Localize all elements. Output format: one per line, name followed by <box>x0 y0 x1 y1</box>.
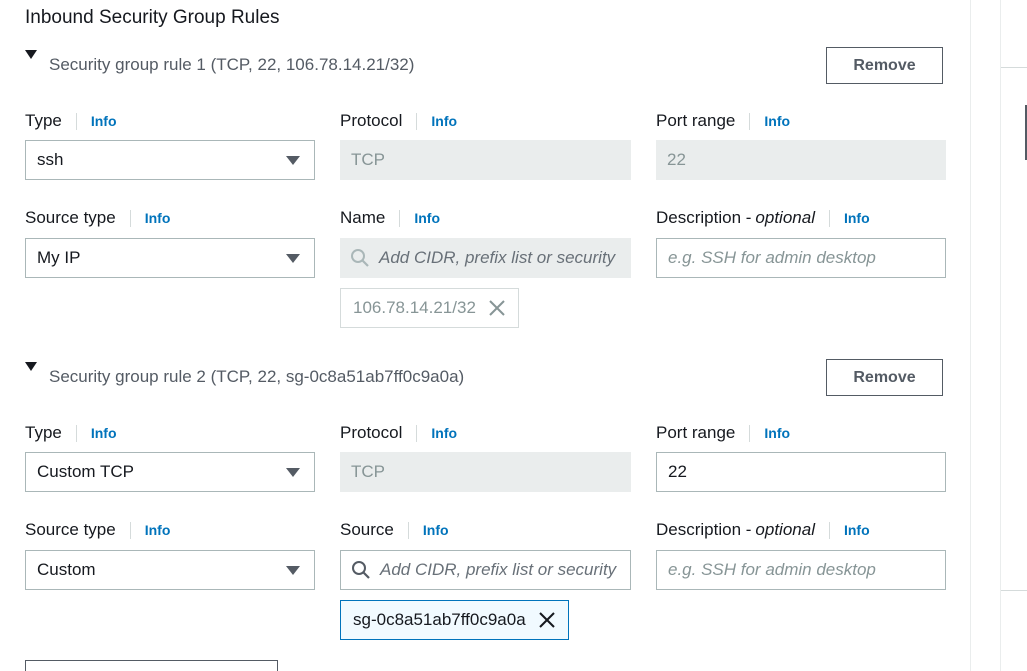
type-info-link[interactable]: Info <box>91 113 117 129</box>
search-icon <box>350 248 370 268</box>
source-type-label: Source type Info <box>25 520 171 539</box>
source-token: 106.78.14.21/32 <box>340 288 519 328</box>
source-type-select[interactable]: Custom <box>25 550 315 590</box>
description-input[interactable]: e.g. SSH for admin desktop <box>656 238 946 278</box>
port-range-label: Port range Info <box>656 423 791 442</box>
chevron-down-icon <box>286 468 300 477</box>
remove-rule-1-button[interactable]: Remove <box>826 47 943 84</box>
side-panel-divider <box>1001 67 1027 68</box>
protocol-info-link[interactable]: Info <box>431 113 457 129</box>
source-search-input[interactable]: Add CIDR, prefix list or security <box>340 550 631 590</box>
search-icon <box>351 560 371 580</box>
type-select-value: ssh <box>37 150 64 169</box>
source-type-select-value: Custom <box>37 560 96 579</box>
chevron-down-icon <box>286 254 300 263</box>
source-type-label: Source type Info <box>25 208 171 227</box>
description-label: Description - optional Info <box>656 520 870 539</box>
protocol-label: Protocol Info <box>340 423 458 442</box>
port-range-input[interactable]: 22 <box>656 452 946 492</box>
name-info-link[interactable]: Info <box>414 210 440 226</box>
caret-down-icon <box>25 362 37 371</box>
rule-2-heading: Security group rule 2 (TCP, 22, sg-0c8a5… <box>49 367 465 386</box>
panel-divider <box>970 0 971 671</box>
source-search-placeholder: Add CIDR, prefix list or security <box>380 560 617 579</box>
section-title: Inbound Security Group Rules <box>25 7 280 28</box>
rule-1-heading: Security group rule 1 (TCP, 22, 106.78.1… <box>49 55 415 74</box>
remove-rule-2-button[interactable]: Remove <box>826 359 943 396</box>
protocol-label: Protocol Info <box>340 111 458 130</box>
name-search-placeholder: Add CIDR, prefix list or security <box>379 248 616 267</box>
expand-rule-1-toggle[interactable] <box>25 49 37 63</box>
source-type-info-link[interactable]: Info <box>145 210 171 226</box>
description-input[interactable]: e.g. SSH for admin desktop <box>656 550 946 590</box>
description-label: Description - optional Info <box>656 208 870 227</box>
protocol-info-link[interactable]: Info <box>431 425 457 441</box>
source-type-select-value: My IP <box>37 248 81 267</box>
add-rule-button[interactable] <box>25 660 278 671</box>
name-search-field: Add CIDR, prefix list or security <box>340 238 631 278</box>
close-icon <box>488 299 506 317</box>
security-group-rules-page: Inbound Security Group Rules Security gr… <box>0 0 1027 671</box>
source-info-link[interactable]: Info <box>423 522 449 538</box>
description-placeholder: e.g. SSH for admin desktop <box>668 560 876 579</box>
description-placeholder: e.g. SSH for admin desktop <box>668 248 876 267</box>
source-token-label: sg-0c8a51ab7ff0c9a0a <box>353 610 526 629</box>
description-info-link[interactable]: Info <box>844 522 870 538</box>
side-panel <box>1000 0 1027 671</box>
port-range-info-link[interactable]: Info <box>764 113 790 129</box>
chevron-down-icon <box>286 156 300 165</box>
source-type-select[interactable]: My IP <box>25 238 315 278</box>
protocol-field: TCP <box>340 140 631 180</box>
side-panel-divider <box>1001 590 1027 591</box>
type-select[interactable]: ssh <box>25 140 315 180</box>
type-select[interactable]: Custom TCP <box>25 452 315 492</box>
source-token: sg-0c8a51ab7ff0c9a0a <box>340 600 569 640</box>
name-label: Name Info <box>340 208 441 227</box>
source-type-info-link[interactable]: Info <box>145 522 171 538</box>
caret-down-icon <box>25 50 37 59</box>
type-label: Type Info <box>25 423 117 442</box>
port-range-label: Port range Info <box>656 111 791 130</box>
expand-rule-2-toggle[interactable] <box>25 361 37 375</box>
description-info-link[interactable]: Info <box>844 210 870 226</box>
close-icon[interactable] <box>538 611 556 629</box>
source-token-label: 106.78.14.21/32 <box>353 298 476 317</box>
protocol-field: TCP <box>340 452 631 492</box>
chevron-down-icon <box>286 566 300 575</box>
port-range-info-link[interactable]: Info <box>764 425 790 441</box>
port-range-field: 22 <box>656 140 946 180</box>
type-label: Type Info <box>25 111 117 130</box>
type-info-link[interactable]: Info <box>91 425 117 441</box>
source-label: Source Info <box>340 520 449 539</box>
type-select-value: Custom TCP <box>37 462 134 481</box>
